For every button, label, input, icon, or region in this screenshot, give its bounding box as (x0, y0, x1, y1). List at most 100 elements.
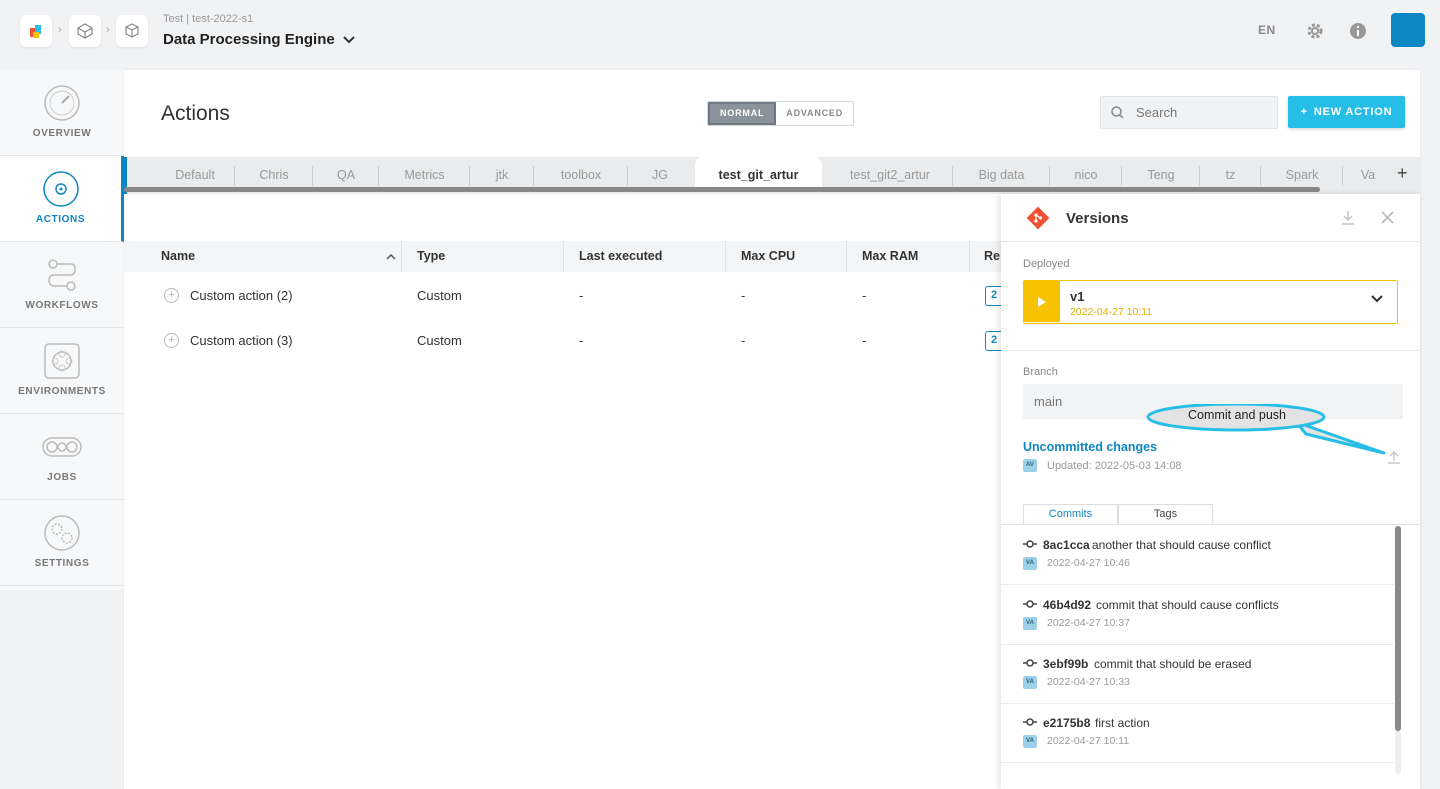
commit-date: 2022-04-27 10:33 (1047, 676, 1130, 688)
commit-message: commit that should be erased (1094, 657, 1252, 671)
commit-item[interactable]: 8ac1cca another that should cause confli… (1001, 526, 1394, 585)
column-divider (401, 241, 402, 272)
breadcrumb-subtitle: Test | test-2022-s1 (163, 13, 254, 25)
column-header-type[interactable]: Type (417, 241, 445, 272)
info-icon[interactable] (1347, 20, 1369, 42)
divider (1001, 350, 1420, 351)
gauge-icon (44, 85, 80, 121)
table-row[interactable]: + Custom action (2) Custom - - - 2 (124, 273, 1005, 318)
gear-icon[interactable] (1304, 20, 1326, 42)
jobs-icon (42, 437, 82, 457)
sidebar-item-label: WORKFLOWS (25, 300, 99, 311)
app-logo-icon (30, 25, 41, 38)
avatar: AV (1023, 459, 1037, 472)
chevron-right-icon: › (106, 24, 110, 36)
add-tab-button[interactable]: + (1397, 163, 1408, 184)
expand-row-icon[interactable]: + (164, 333, 179, 348)
sidebar-item-label: ENVIRONMENTS (18, 386, 106, 397)
project-breadcrumb-button[interactable] (69, 15, 101, 47)
project-title: Data Processing Engine (163, 31, 335, 48)
action-name[interactable]: Custom action (2) (190, 273, 293, 318)
divider (1001, 524, 1420, 525)
column-divider (725, 241, 726, 272)
avatar: VA (1023, 735, 1037, 748)
commit-message: another that should cause conflict (1092, 538, 1271, 552)
deployed-version-date: 2022-04-27 10:11 (1070, 306, 1153, 318)
git-commit-icon (1023, 600, 1037, 608)
versions-header: Versions (1001, 194, 1420, 242)
commit-message: commit that should cause conflicts (1096, 598, 1279, 612)
git-commit-icon (1023, 540, 1037, 548)
new-action-button[interactable]: + NEW ACTION (1288, 96, 1405, 128)
tabs-scrollbar[interactable] (124, 187, 1320, 192)
commit-item[interactable]: 3ebf99b commit that should be erased VA … (1001, 645, 1394, 704)
column-header-max-cpu[interactable]: Max CPU (741, 241, 795, 272)
commit-tabs: Commits Tags (1023, 504, 1213, 525)
max-cpu: - (741, 333, 746, 348)
workflow-icon (48, 259, 76, 291)
sort-ascending-icon[interactable] (386, 253, 396, 260)
versions-title: Versions (1066, 210, 1129, 227)
user-avatar[interactable] (1391, 13, 1425, 47)
play-icon (1024, 281, 1060, 322)
sidebar-item-jobs[interactable]: JOBS (0, 414, 124, 500)
commit-hash: 8ac1cca (1043, 538, 1090, 552)
action-type: Custom (417, 333, 462, 348)
commit-date: 2022-04-27 10:11 (1047, 735, 1130, 747)
commit-message: first action (1095, 716, 1150, 730)
commit-hash: e2175b8 (1043, 716, 1091, 730)
commit-date: 2022-04-27 10:37 (1047, 617, 1130, 629)
search-icon (1111, 106, 1124, 119)
table-header: Name Type Last executed Max CPU Max RAM … (124, 241, 1004, 272)
tooltip-text: Commit and push (1188, 408, 1286, 422)
versions-panel: Versions Deployed v1 2022-04-27 10:11 Br… (1001, 194, 1420, 789)
download-icon[interactable] (1340, 210, 1356, 226)
commits-scrollbar[interactable] (1395, 526, 1401, 731)
commit-hash: 3ebf99b (1043, 657, 1089, 671)
mode-normal-button[interactable]: NORMAL (708, 102, 777, 125)
deployed-version-select[interactable]: v1 2022-04-27 10:11 (1023, 280, 1398, 324)
sidebar-item-actions[interactable]: ACTIONS (0, 156, 124, 242)
column-divider (969, 241, 970, 272)
tab-tags[interactable]: Tags (1118, 504, 1213, 525)
chevron-down-icon (343, 35, 355, 43)
close-icon[interactable] (1381, 211, 1394, 224)
mode-toggle: NORMAL ADVANCED (707, 101, 855, 126)
column-divider (846, 241, 847, 272)
deployed-label: Deployed (1023, 258, 1070, 270)
sidebar-item-settings[interactable]: SETTINGS (0, 500, 124, 586)
uncommitted-changes-link[interactable]: Uncommitted changes (1023, 440, 1157, 454)
column-header-last-executed[interactable]: Last executed (579, 241, 662, 272)
deployed-version-name: v1 (1070, 289, 1085, 304)
sidebar-item-label: OVERVIEW (32, 128, 92, 139)
sidebar-item-environments[interactable]: ENVIRONMENTS (0, 328, 124, 414)
sidebar: OVERVIEW ACTIONS WORKFLOWS ENVIRONMENTS … (0, 70, 124, 590)
home-logo-button[interactable] (20, 15, 52, 47)
commit-hash: 46b4d92 (1043, 598, 1092, 612)
column-header-max-ram[interactable]: Max RAM (862, 241, 918, 272)
sidebar-item-workflows[interactable]: WORKFLOWS (0, 242, 124, 328)
git-icon (1026, 206, 1050, 230)
sidebar-item-overview[interactable]: OVERVIEW (0, 70, 124, 156)
box-icon (125, 23, 139, 38)
mode-advanced-button[interactable]: ADVANCED (776, 102, 853, 125)
expand-row-icon[interactable]: + (164, 288, 179, 303)
table-row[interactable]: + Custom action (3) Custom - - - 2 (124, 318, 1005, 363)
environments-icon (44, 343, 80, 379)
action-name[interactable]: Custom action (3) (190, 318, 293, 363)
last-executed: - (579, 333, 584, 348)
search-input[interactable] (1136, 105, 1266, 120)
tab-va[interactable]: Va (1343, 157, 1393, 192)
git-commit-icon (1023, 659, 1037, 667)
project-title-dropdown[interactable]: Data Processing Engine (163, 31, 355, 48)
max-ram: - (862, 288, 867, 303)
module-breadcrumb-button[interactable] (116, 15, 148, 47)
actions-icon (42, 171, 79, 207)
commit-date: 2022-04-27 10:46 (1047, 557, 1130, 569)
commit-item[interactable]: e2175b8 first action VA 2022-04-27 10:11 (1001, 704, 1394, 763)
tab-commits[interactable]: Commits (1023, 504, 1118, 525)
commit-item[interactable]: 46b4d92 commit that should cause conflic… (1001, 586, 1394, 645)
page-title: Actions (161, 102, 230, 125)
language-selector[interactable]: EN (1258, 23, 1276, 37)
column-header-name[interactable]: Name (161, 241, 195, 272)
